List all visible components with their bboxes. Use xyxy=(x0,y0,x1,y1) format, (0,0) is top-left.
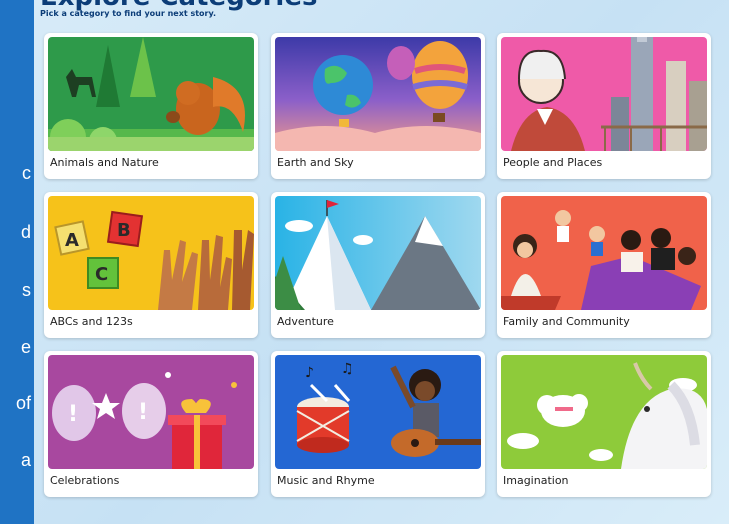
svg-text:A: A xyxy=(65,230,79,251)
category-card-adventure[interactable]: Adventure xyxy=(271,192,485,338)
sidebar-text-fragment: a xyxy=(20,450,31,470)
category-label: Celebrations xyxy=(50,474,120,487)
page-subtitle: Pick a category to find your next story. xyxy=(40,9,217,18)
drum-guitar-illustration: ♪ ♫ xyxy=(275,355,481,469)
svg-text:♫: ♫ xyxy=(341,361,354,377)
globe-balloons-illustration xyxy=(275,37,481,151)
sidebar-text-fragment: e xyxy=(20,337,31,357)
category-label: People and Places xyxy=(503,156,603,169)
category-card-music-and-rhyme[interactable]: ♪ ♫ Music and Rhyme xyxy=(271,351,485,497)
category-card-people-and-places[interactable]: People and Places xyxy=(497,33,711,179)
category-card-family-and-community[interactable]: Family and Community xyxy=(497,192,711,338)
category-label: Music and Rhyme xyxy=(277,474,375,487)
sidebar-text-fragment: d xyxy=(20,222,31,242)
category-card-earth-and-sky[interactable]: Earth and Sky xyxy=(271,33,485,179)
svg-text:♪: ♪ xyxy=(305,365,314,381)
svg-text:!: ! xyxy=(138,400,148,425)
city-skyline-illustration xyxy=(501,37,707,151)
balloons-gift-illustration: ! ! xyxy=(48,355,254,469)
squirrel-forest-illustration xyxy=(48,37,254,151)
unicorn-clouds-illustration xyxy=(501,355,707,469)
sidebar-text-fragment: of xyxy=(15,393,31,413)
category-label: ABCs and 123s xyxy=(50,315,133,328)
family-picnic-illustration xyxy=(501,196,707,310)
category-label: Adventure xyxy=(277,315,334,328)
category-card-celebrations[interactable]: ! ! Celebrations xyxy=(44,351,258,497)
category-label: Family and Community xyxy=(503,315,630,328)
svg-text:C: C xyxy=(95,264,108,285)
mountain-flag-illustration xyxy=(275,196,481,310)
category-card-animals-and-nature[interactable]: Animals and Nature xyxy=(44,33,258,179)
sidebar-panel: c d s e of a xyxy=(0,0,34,524)
svg-text:B: B xyxy=(117,220,131,241)
alphabet-blocks-hands-illustration: A B C xyxy=(48,196,254,310)
category-panel: Explore Categories Pick a category to fi… xyxy=(34,0,729,524)
category-label: Imagination xyxy=(503,474,569,487)
sidebar-text-fragment: s xyxy=(22,280,31,300)
category-label: Earth and Sky xyxy=(277,156,354,169)
category-card-imagination[interactable]: Imagination xyxy=(497,351,711,497)
category-label: Animals and Nature xyxy=(50,156,159,169)
svg-text:!: ! xyxy=(68,402,78,427)
sidebar-text-fragment: c xyxy=(22,163,31,183)
category-card-abcs-and-123s[interactable]: A B C ABCs and 123s xyxy=(44,192,258,338)
